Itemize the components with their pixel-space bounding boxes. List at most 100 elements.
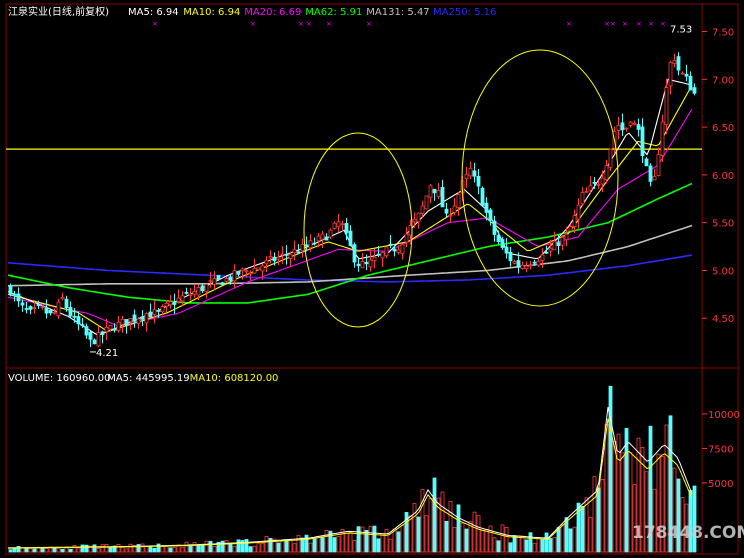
volume-bar-up (392, 528, 397, 553)
candle-up (40, 306, 45, 309)
candle-up (308, 240, 313, 249)
candle-up (680, 72, 685, 75)
candle-up (552, 240, 557, 251)
volume-bar-down (540, 539, 545, 553)
candle-down (492, 220, 497, 235)
candle-down (200, 285, 205, 292)
volume-bar-up (256, 543, 261, 553)
volume-bar-up (500, 524, 505, 553)
candle-up (568, 226, 573, 232)
candle-up (240, 268, 245, 272)
candle-down (684, 73, 689, 77)
candle-up (512, 261, 517, 264)
candle-up (652, 176, 657, 181)
price-panel: × × × × × × × × × × × × × (6, 20, 702, 353)
volume-bar-down (512, 535, 517, 553)
candle-up (280, 253, 285, 256)
candle-down (156, 309, 161, 312)
price-axis: 7.50 7.00 6.50 6.00 5.50 5.00 4.50 (702, 28, 734, 325)
volume-bar-down (248, 546, 253, 553)
candle-up (528, 264, 533, 267)
volume-bar-down (396, 531, 401, 553)
candle-down (476, 176, 481, 187)
volume-bar-down (508, 542, 513, 553)
volume-bar-down (456, 504, 461, 553)
volume-bar-up (412, 503, 417, 553)
ma-legend-item: MA62: 5.91 (305, 7, 362, 18)
price-tick-label: 6.50 (712, 123, 734, 134)
candle-up (604, 165, 609, 180)
candle-down (28, 306, 33, 310)
candle-down (640, 126, 645, 157)
volume-bar-down (156, 543, 161, 553)
volume-bar-up (360, 526, 365, 553)
volume-bar-down (608, 385, 613, 553)
candle-down (16, 293, 21, 302)
volume-bar-up (588, 517, 593, 553)
volume-bar-up (140, 543, 145, 553)
candle-down (228, 276, 233, 281)
candle-up (168, 301, 173, 306)
volume-bar-down (376, 538, 381, 553)
volume-bar-up (344, 532, 349, 553)
volume-bar-down (196, 544, 201, 553)
volume-bar-up (536, 538, 541, 553)
candle-down (140, 316, 145, 320)
volume-legend-item: MA5: 445995.19 (107, 373, 189, 384)
candle-up (548, 247, 553, 252)
candle-up (96, 332, 101, 347)
volume-bar-down (168, 547, 173, 553)
volume-bar-up (492, 537, 497, 553)
price-tick-label: 5.50 (712, 219, 734, 230)
volume-bar-up (316, 536, 321, 553)
volume-bar-up (172, 546, 177, 553)
candle-down (432, 188, 437, 194)
candle-up (616, 124, 621, 131)
signal-marker: × (250, 20, 256, 28)
candle-up (248, 272, 253, 275)
candle-up (608, 148, 613, 168)
candle-up (128, 318, 133, 323)
candle-up (104, 326, 109, 332)
candle-down (500, 239, 505, 248)
candle-down (556, 242, 561, 246)
volume-bar-up (620, 452, 625, 553)
candle-up (180, 295, 185, 302)
price-tick-label: 4.50 (712, 314, 734, 325)
volume-bar-up (204, 540, 209, 553)
candle-up (404, 233, 409, 243)
candle-up (372, 256, 377, 262)
candle-up (204, 283, 209, 292)
candle-down (236, 270, 241, 275)
candle-up (288, 254, 293, 259)
candle-down (324, 236, 329, 241)
volume-bar-up (384, 529, 389, 553)
candle-down (8, 285, 13, 295)
volume-legend: VOLUME: 160960.00MA5: 445995.19 MA10: 608… (8, 373, 278, 384)
volume-bar-up (532, 542, 537, 553)
volume-bar-up (552, 537, 557, 553)
ma-legend-item: MA250: 5.16 (433, 7, 496, 18)
volume-bar-down (432, 477, 437, 553)
volume-bar-down (528, 532, 533, 553)
volume-bar-up (288, 539, 293, 553)
candle-down (496, 235, 501, 243)
candle-down (676, 56, 681, 71)
volume-bar-down (356, 526, 361, 553)
volume-bar-up (368, 526, 373, 553)
volume-bar-down (228, 542, 233, 553)
candle-down (484, 202, 489, 213)
volume-bar-up (28, 548, 33, 553)
volume-bar-up (116, 544, 121, 553)
candle-down (220, 282, 225, 286)
volume-bar-up (100, 544, 105, 553)
candle-up (108, 324, 113, 330)
candle-up (400, 244, 405, 254)
candle-up (276, 256, 281, 260)
candle-up (52, 311, 57, 314)
candle-up (588, 185, 593, 191)
volume-bar-down (80, 544, 85, 553)
candle-up (208, 280, 213, 283)
volume-bar-up (352, 540, 357, 553)
volume-bar-up (56, 547, 61, 553)
